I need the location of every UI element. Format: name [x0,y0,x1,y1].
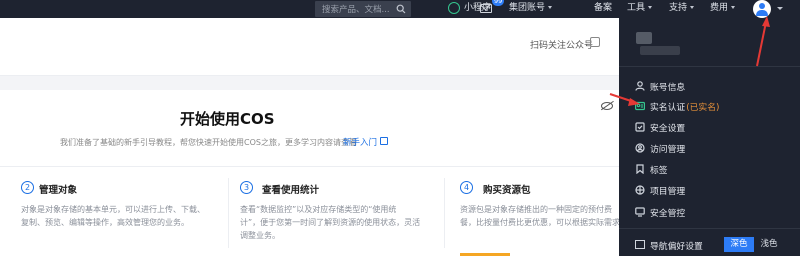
qrcode-icon[interactable] [590,37,600,47]
tag-icon [636,164,644,174]
theme-light-button[interactable]: 浅色 [756,237,782,252]
monitor-icon [635,207,645,217]
card-title-buy-package[interactable]: 购买资源包 [483,182,531,196]
card-desc: 调整业务。 [240,231,280,240]
divider [444,178,445,248]
chevron-down-icon[interactable] [777,7,783,10]
menu-item-label: 实名认证(已实名) [650,100,719,113]
menu-item-access-management[interactable]: 访问管理 [619,138,800,158]
page-description: 我们准备了基础的新手引导教程，帮您快速开始使用COS之旅，更多学习内容请查看 [60,138,357,147]
card-desc: 查看“数据监控”以及对应存储类型的“使用统 [240,205,397,214]
hide-eye-icon[interactable] [601,102,613,110]
card-desc: 餐，比按量付费比更优惠，可以根据实际需求 [460,218,620,227]
billing-menu[interactable]: 费用 [710,3,736,14]
account-name-blurred [636,32,652,44]
menu-item-security-control[interactable]: 安全管控 [619,202,800,222]
card-desc: 资源包是对象存储推出的一种固定的预付费 [460,205,612,214]
menu-item-real-name[interactable]: 实名认证(已实名) [619,96,800,116]
mini-program-icon[interactable] [448,2,460,14]
tools-menu[interactable]: 工具 [627,3,653,14]
menu-item-label: 账号信息 [650,83,686,93]
external-link-icon[interactable] [380,137,388,145]
tools-label: 工具 [627,3,646,13]
user-avatar-icon [759,3,765,9]
billing-label: 费用 [710,3,729,13]
id-verify-icon [635,101,645,111]
menu-item-label: 标签 [650,166,668,176]
divider [228,178,229,248]
group-account-menu[interactable]: 集团账号 [509,3,553,14]
step-number: 4 [460,181,473,194]
step-number: 2 [21,181,34,194]
section-divider [0,76,620,90]
beian-link[interactable]: 备案 [594,3,612,14]
card-desc: 计”，便于您第一时间了解到资源的使用状态，灵活 [240,218,421,227]
chevron-down-icon [648,6,653,9]
menu-item-label: 安全设置 [650,124,686,134]
divider [0,166,620,167]
theme-dark-button[interactable]: 深色 [724,237,754,252]
chevron-down-icon [731,6,736,9]
layout-icon [635,240,645,249]
search-placeholder: 搜索产品、文档... [322,5,390,15]
page-title: 开始使用COS [180,110,275,128]
menu-item-label: 项目管理 [650,187,686,197]
follow-official-link[interactable]: 扫码关注公众号 [530,38,593,51]
support-menu[interactable]: 支持 [669,3,695,14]
chevron-down-icon [548,6,553,9]
card-desc: 复制、预览、编辑等操作，高效管理您的业务。 [21,218,189,227]
shield-icon [635,122,645,132]
menu-item-label: 安全管控 [650,209,686,219]
verified-badge: (已实名) [686,103,720,113]
beginner-guide-link[interactable]: 新手入门 [343,136,377,148]
group-account-label: 集团账号 [509,3,546,13]
account-id-blurred [640,46,680,55]
card-title-usage-stats[interactable]: 查看使用统计 [262,182,319,196]
project-icon [635,185,645,195]
access-icon [635,143,645,153]
nav-pref-label: 导航偏好设置 [650,242,703,252]
menu-item-security-settings[interactable]: 安全设置 [619,117,800,137]
mail-icon[interactable] [480,4,492,13]
card-desc: 对象是对象存储的基本单元，可以进行上传、下载、 [21,205,205,214]
menu-item-project-management[interactable]: 项目管理 [619,180,800,200]
menu-item-label: 访问管理 [650,145,686,155]
real-name-label: 实名认证 [650,103,686,113]
search-input[interactable]: 搜索产品、文档... [315,1,411,17]
divider [619,228,800,229]
menu-item-account-info[interactable]: 账号信息 [619,76,800,96]
user-icon [635,81,645,91]
search-icon[interactable] [396,4,406,14]
menu-item-tags[interactable]: 标签 [619,159,800,179]
support-label: 支持 [669,3,688,13]
divider [619,66,800,67]
card-title-manage-objects[interactable]: 管理对象 [39,182,77,196]
step-number: 3 [240,181,253,194]
chevron-down-icon [690,6,695,9]
avatar[interactable] [753,0,771,18]
